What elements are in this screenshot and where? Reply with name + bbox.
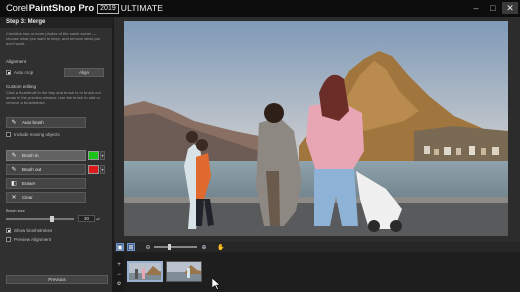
close-button[interactable]: ✕ — [502, 2, 518, 14]
brush-size-slider-handle[interactable] — [50, 216, 55, 222]
clear-icon: ✕ — [11, 195, 17, 201]
fit-view-icon[interactable]: ▣ — [116, 243, 124, 251]
preview-alignment-label: Preview Alignment — [14, 237, 52, 242]
remove-photo-icon[interactable]: − — [116, 272, 122, 278]
zoom-in-icon[interactable]: ⊕ — [200, 243, 208, 251]
brush-out-button[interactable]: ✎ Brush out — [6, 164, 86, 175]
brush-out-color-dropdown[interactable]: ▾ — [100, 165, 105, 174]
zoom-slider-handle[interactable] — [168, 244, 172, 250]
previous-button[interactable]: Previous — [6, 275, 108, 284]
brush-in-label: Brush in — [22, 153, 39, 158]
brush-out-color-swatch[interactable] — [88, 165, 99, 174]
alignment-label: Alignment — [6, 59, 27, 64]
brand-product: PaintShop Pro — [28, 3, 95, 14]
brush-size-stepper[interactable]: ▴▾ — [96, 215, 100, 222]
step-header: Step 3: Merge — [0, 17, 113, 28]
add-photo-icon[interactable]: + — [116, 262, 122, 268]
clear-button[interactable]: ✕ Clear — [6, 192, 86, 203]
restore-button[interactable]: □ — [485, 2, 501, 14]
brand-year: 2019 — [97, 4, 119, 14]
mouse-cursor-icon — [212, 278, 220, 290]
minimize-button[interactable]: – — [468, 2, 484, 14]
show-brushstrokes-checkbox[interactable] — [6, 228, 11, 233]
auto-crop-checkbox[interactable] — [6, 70, 11, 75]
include-moving-objects-label: Include moving objects — [14, 132, 60, 137]
custom-editing-instructions: Click a thumbnail in the tray and brush … — [6, 90, 101, 105]
brand-edition: ULTIMATE — [120, 3, 164, 13]
brush-out-label: Brush out — [22, 167, 42, 172]
zoom-out-icon[interactable]: ⊖ — [144, 243, 152, 251]
auto-brush-icon: ✎ — [11, 120, 17, 126]
thumbnail-photo-1[interactable] — [127, 261, 163, 282]
preview-toolbar: ▣ ⊞ ⊖ ⊕ ✋ — [114, 242, 520, 252]
eraser-label: Eraser — [22, 181, 36, 186]
show-brushstrokes-label: Show brushstrokes — [14, 228, 53, 233]
tray-controls: + − ⚙ — [114, 252, 124, 292]
clear-label: Clear — [22, 195, 33, 200]
brush-in-color-swatch[interactable] — [88, 151, 99, 160]
zoom-slider[interactable] — [154, 246, 197, 248]
pan-icon[interactable]: ✋ — [217, 243, 225, 251]
thumbnail-photo-2[interactable] — [166, 261, 202, 282]
preview-alignment-checkbox[interactable] — [6, 237, 11, 242]
merge-panel: Step 3: Merge Combine two or more photos… — [0, 17, 113, 292]
brush-out-icon: ✎ — [11, 167, 17, 173]
app-brand: CorelPaintShop Pro 2019 ULTIMATE — [6, 3, 163, 14]
title-bar: CorelPaintShop Pro 2019 ULTIMATE – □ ✕ — [0, 0, 520, 17]
brush-in-color-dropdown[interactable]: ▾ — [100, 151, 105, 160]
intro-text: Combine two or more photos of the same s… — [6, 31, 101, 46]
align-button[interactable]: Align — [64, 68, 104, 77]
brush-size-slider[interactable] — [6, 218, 74, 220]
preview-area — [114, 17, 520, 242]
actual-size-icon[interactable]: ⊞ — [127, 243, 135, 251]
eraser-icon: ◧ — [11, 181, 17, 187]
merged-preview-image[interactable] — [124, 21, 508, 236]
step-title: Step 3: Merge — [6, 19, 46, 25]
eraser-button[interactable]: ◧ Eraser — [6, 178, 86, 189]
brush-in-button[interactable]: ✎ Brush in — [6, 150, 86, 161]
brand-corel: Corel — [6, 3, 28, 14]
auto-crop-label: Auto crop — [14, 70, 34, 75]
brush-size-value[interactable]: 30 — [78, 215, 95, 222]
auto-brush-button[interactable]: ✎ Auto brush — [6, 117, 86, 128]
auto-brush-label: Auto brush — [22, 120, 44, 125]
thumbnail-tray: + − ⚙ — [114, 252, 520, 292]
brush-in-icon: ✎ — [11, 153, 17, 159]
brush-size-label: Brush size — [6, 208, 25, 213]
tray-options-icon[interactable]: ⚙ — [116, 281, 122, 287]
custom-editing-label: Custom editing — [6, 84, 37, 89]
include-moving-objects-checkbox[interactable] — [6, 132, 11, 137]
